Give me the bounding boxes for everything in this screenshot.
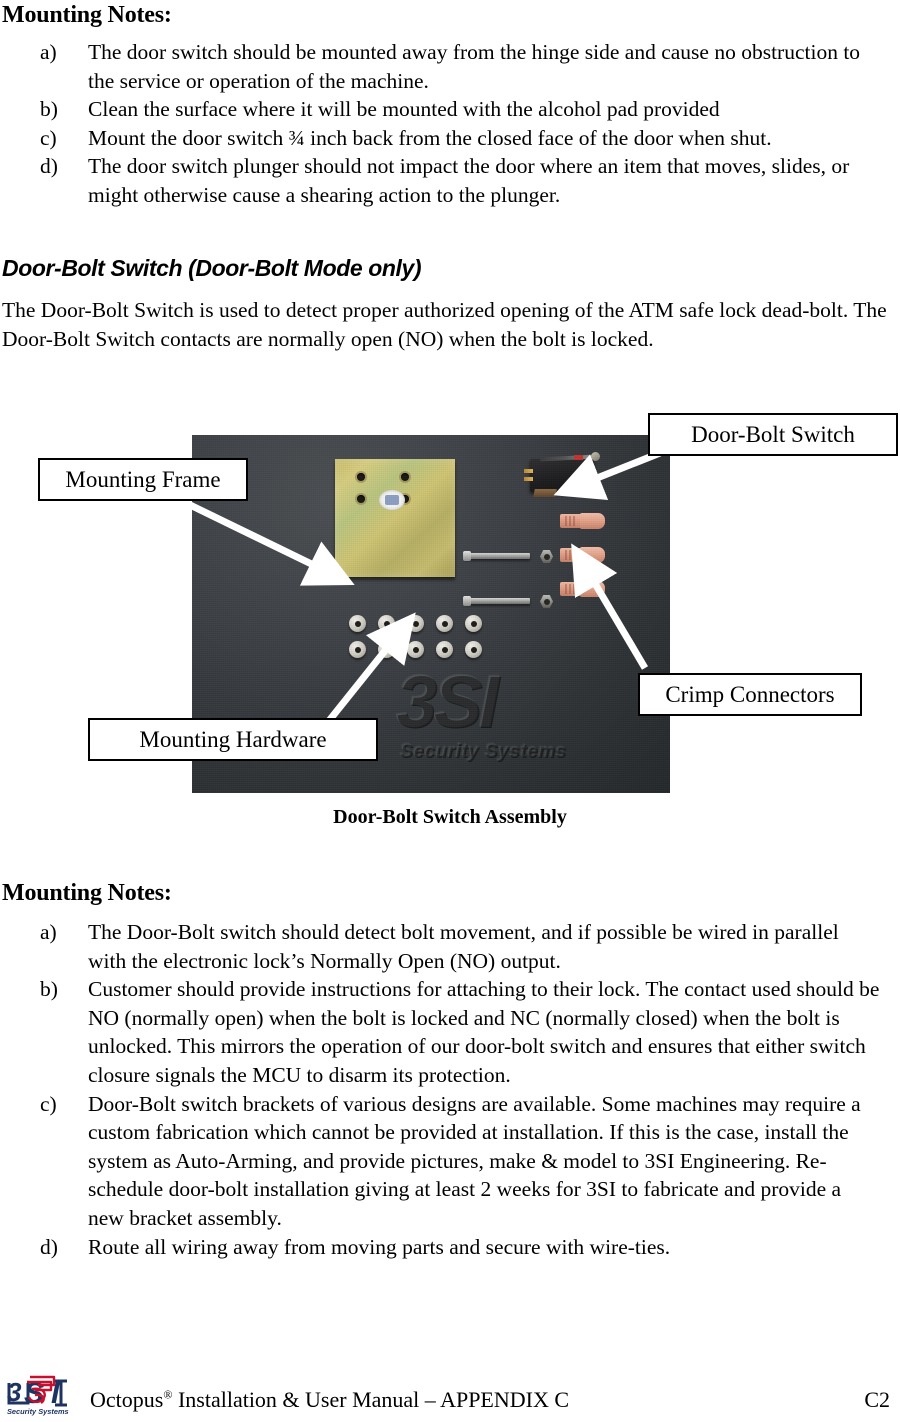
list-text: The Door-Bolt switch should detect bolt … xyxy=(88,920,839,973)
mounting-screw xyxy=(463,551,530,561)
washer xyxy=(465,615,482,632)
list-marker: c) xyxy=(40,125,57,150)
3si-logo-icon: 3 S I Security Systems xyxy=(7,1375,69,1416)
list-marker: d) xyxy=(40,154,58,179)
microswitch-body xyxy=(530,459,594,492)
list-text: The door switch plunger should not impac… xyxy=(88,154,850,207)
list-text: Route all wiring away from moving parts … xyxy=(88,1234,671,1259)
footer-manual-rest: Installation & User Manual – APPENDIX C xyxy=(172,1387,570,1412)
washer xyxy=(378,641,395,658)
mounting-frame-plate xyxy=(335,459,455,577)
list-item: d) Route all wiring away from moving par… xyxy=(40,1233,880,1262)
svg-text:I: I xyxy=(51,1377,60,1410)
washer xyxy=(407,615,424,632)
footer-page-number: C2 xyxy=(864,1387,890,1412)
washer xyxy=(465,641,482,658)
door-bolt-section-title: Door-Bolt Switch (Door-Bolt Mode only) xyxy=(2,255,422,281)
top-mounting-notes-list: a) The door switch should be mounted awa… xyxy=(40,38,868,210)
mounting-screw xyxy=(463,596,530,606)
door-bolt-switch-figure: 3SI Security Systems Door-Bolt Switch Mo… xyxy=(0,400,900,840)
crimp-connector xyxy=(560,513,605,529)
washer xyxy=(436,641,453,658)
hex-nut xyxy=(540,550,553,563)
list-item: c) Door-Bolt switch brackets of various … xyxy=(40,1090,880,1233)
door-bolt-section-paragraph: The Door-Bolt Switch is used to detect p… xyxy=(2,298,887,352)
document-page: Mounting Notes: a) The door switch shoul… xyxy=(0,0,900,1421)
callout-door-bolt-switch: Door-Bolt Switch xyxy=(648,413,898,456)
list-marker: b) xyxy=(40,97,58,122)
list-marker: a) xyxy=(40,920,57,944)
door-bolt-microswitch xyxy=(524,451,606,499)
crimp-connector xyxy=(560,581,605,597)
logo-tagline: Security Systems xyxy=(7,1407,69,1416)
list-marker: c) xyxy=(40,1091,57,1116)
hex-nut xyxy=(540,595,553,608)
plate-sticker xyxy=(379,490,405,510)
list-item: c) Mount the door switch ¾ inch back fro… xyxy=(40,124,868,153)
footer-divider xyxy=(0,1349,900,1350)
list-marker: b) xyxy=(40,977,58,1002)
list-item: a) The door switch should be mounted awa… xyxy=(40,38,868,95)
microswitch-roller xyxy=(591,452,600,461)
list-text: Customer should provide instructions for… xyxy=(88,977,880,1087)
microswitch-red-marker xyxy=(574,455,583,460)
list-item: a) The Door-Bolt switch should detect bo… xyxy=(40,918,880,975)
embossed-logo-brand: 3SI xyxy=(396,660,499,743)
callout-label: Mounting Frame xyxy=(65,467,221,492)
list-marker: a) xyxy=(40,40,57,64)
list-text: Mount the door switch ¾ inch back from t… xyxy=(88,125,772,150)
washer xyxy=(407,641,424,658)
bottom-mounting-notes-list: a) The Door-Bolt switch should detect bo… xyxy=(40,918,880,1261)
microswitch-terminal xyxy=(524,469,533,473)
washer xyxy=(378,615,395,632)
bottom-mounting-notes-heading: Mounting Notes: xyxy=(2,880,172,906)
plate-hole xyxy=(401,473,409,481)
list-item: d) The door switch plunger should not im… xyxy=(40,152,868,209)
washer xyxy=(436,615,453,632)
svg-text:3: 3 xyxy=(7,1377,22,1407)
washer xyxy=(349,641,366,658)
footer-3si-logo: 3 S I Security Systems xyxy=(6,1367,82,1417)
footer-manual-name: Octopus xyxy=(90,1387,164,1412)
plate-hole xyxy=(357,473,365,481)
plate-hole xyxy=(357,495,365,503)
list-item: b) Customer should provide instructions … xyxy=(40,975,880,1089)
callout-mounting-frame: Mounting Frame xyxy=(38,458,248,501)
washer xyxy=(349,615,366,632)
callout-crimp-connectors: Crimp Connectors xyxy=(638,673,862,716)
embossed-3si-logo: 3SI Security Systems xyxy=(392,653,592,773)
callout-label: Mounting Hardware xyxy=(139,727,327,752)
callout-label: Crimp Connectors xyxy=(665,682,835,707)
crimp-connector xyxy=(560,547,605,563)
list-text: Door-Bolt switch brackets of various des… xyxy=(88,1091,861,1230)
list-text: Clean the surface where it will be mount… xyxy=(88,97,720,122)
list-marker: d) xyxy=(40,1234,58,1259)
page-footer: 3 S I Security Systems Octopus® Installa… xyxy=(0,1335,900,1421)
microswitch-footplate xyxy=(533,489,557,497)
list-item: b) Clean the surface where it will be mo… xyxy=(40,95,868,124)
footer-manual-title: Octopus® Installation & User Manual – AP… xyxy=(90,1387,569,1413)
top-mounting-notes-heading: Mounting Notes: xyxy=(2,2,172,28)
embossed-logo-tagline: Security Systems xyxy=(400,741,567,762)
callout-mounting-hardware: Mounting Hardware xyxy=(88,718,378,761)
microswitch-terminal xyxy=(524,477,533,481)
callout-label: Door-Bolt Switch xyxy=(691,422,855,447)
list-text: The door switch should be mounted away f… xyxy=(88,40,861,93)
figure-caption: Door-Bolt Switch Assembly xyxy=(333,806,567,828)
